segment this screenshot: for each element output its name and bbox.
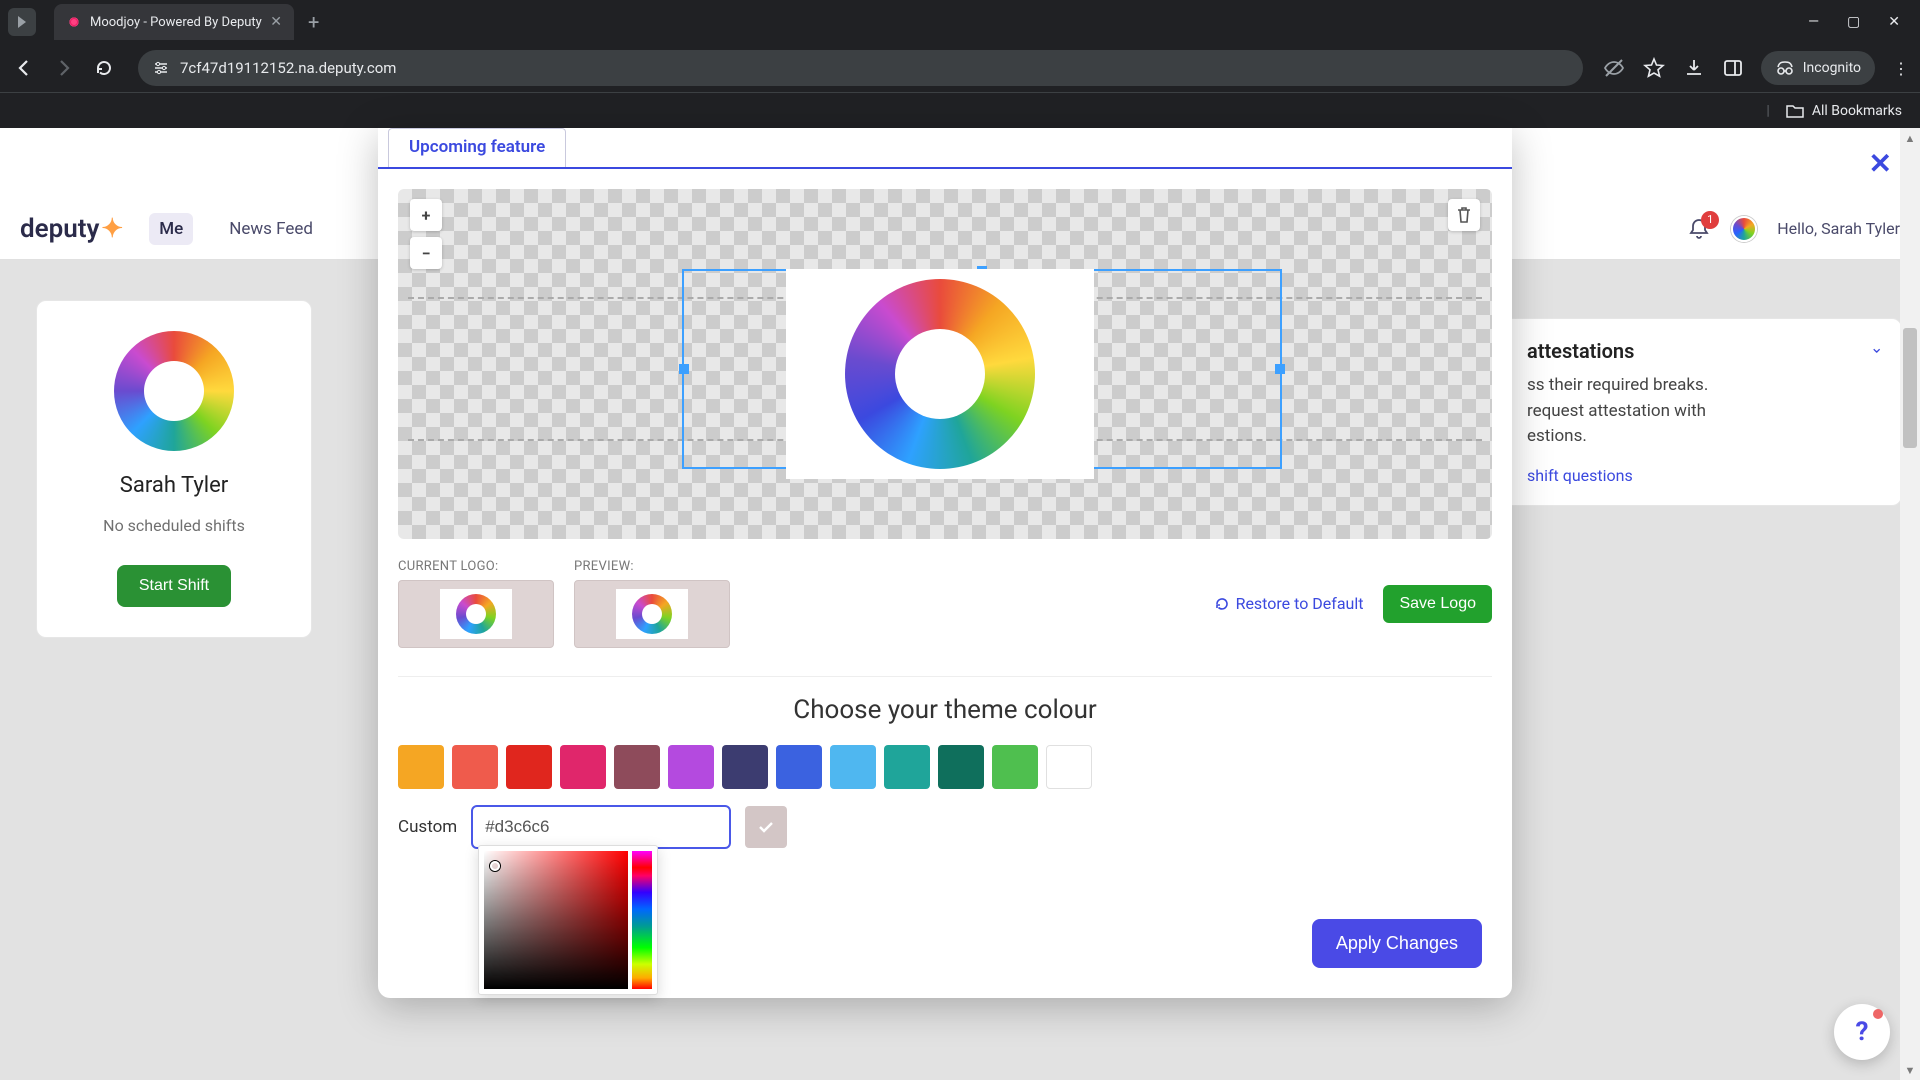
tab-me[interactable]: Me bbox=[149, 213, 193, 245]
notifications-bell-icon[interactable]: 1 bbox=[1687, 217, 1711, 241]
zoom-out-button[interactable]: − bbox=[410, 237, 442, 269]
colour-picker-cursor[interactable] bbox=[490, 861, 500, 871]
attestations-panel: ⌃ attestations ss their required breaks.… bbox=[1502, 318, 1902, 506]
window-controls: ― ▢ ✕ bbox=[1808, 14, 1912, 30]
panel-line: ss their required breaks. bbox=[1527, 373, 1877, 399]
no-shifts-text: No scheduled shifts bbox=[103, 516, 245, 535]
browser-chrome: Moodjoy - Powered By Deputy ✕ + ― ▢ ✕ 7c… bbox=[0, 0, 1920, 128]
greeting-text: Hello, Sarah Tyler bbox=[1777, 219, 1900, 238]
bookmarks-folder-icon bbox=[1786, 103, 1804, 119]
url-text: 7cf47d19112152.na.deputy.com bbox=[180, 59, 396, 77]
app-menu-icon[interactable] bbox=[8, 8, 36, 36]
check-icon bbox=[757, 818, 775, 836]
zoom-in-button[interactable]: + bbox=[410, 199, 442, 231]
divider bbox=[398, 676, 1492, 677]
colour-swatch[interactable] bbox=[722, 745, 768, 789]
profile-card: Sarah Tyler No scheduled shifts Start Sh… bbox=[36, 300, 312, 638]
colour-picker-sv[interactable] bbox=[484, 851, 628, 989]
custom-colour-label: Custom bbox=[398, 817, 457, 837]
crop-handle[interactable] bbox=[679, 364, 689, 374]
shift-questions-link[interactable]: shift questions bbox=[1527, 466, 1633, 485]
forward-button bbox=[50, 54, 78, 82]
colour-swatch[interactable] bbox=[398, 745, 444, 789]
colour-swatch[interactable] bbox=[614, 745, 660, 789]
all-bookmarks-link[interactable]: All Bookmarks bbox=[1812, 103, 1902, 119]
browser-toolbar: 7cf47d19112152.na.deputy.com Incognito ⋮ bbox=[0, 44, 1920, 92]
eye-off-icon[interactable] bbox=[1603, 57, 1625, 79]
colour-swatch-empty[interactable] bbox=[1046, 745, 1092, 789]
chevron-up-icon[interactable]: ⌃ bbox=[1870, 337, 1883, 356]
star-icon: ✦ bbox=[101, 214, 123, 244]
restore-default-link[interactable]: Restore to Default bbox=[1214, 594, 1364, 613]
reload-button[interactable] bbox=[90, 54, 118, 82]
theme-editor-modal: Upcoming feature + − CU bbox=[378, 128, 1512, 998]
current-logo-label: CURRENT LOGO: bbox=[398, 559, 554, 574]
crop-handle[interactable] bbox=[1275, 364, 1285, 374]
maximize-icon[interactable]: ▢ bbox=[1847, 14, 1860, 30]
incognito-indicator[interactable]: Incognito bbox=[1761, 51, 1875, 85]
tab-title: Moodjoy - Powered By Deputy bbox=[90, 15, 262, 30]
modal-tab-upcoming[interactable]: Upcoming feature bbox=[388, 128, 566, 167]
apply-changes-button[interactable]: Apply Changes bbox=[1312, 919, 1482, 968]
panel-line: estions. bbox=[1527, 424, 1877, 450]
scroll-down-icon[interactable]: ▼ bbox=[1900, 1060, 1920, 1080]
custom-colour-input[interactable] bbox=[471, 805, 731, 849]
colour-picker-hue[interactable] bbox=[632, 851, 652, 989]
side-panel-icon[interactable] bbox=[1723, 58, 1743, 78]
start-shift-button[interactable]: Start Shift bbox=[117, 565, 231, 607]
tab-close-icon[interactable]: ✕ bbox=[270, 14, 282, 30]
new-tab-button[interactable]: + bbox=[294, 10, 333, 34]
downloads-icon[interactable] bbox=[1683, 57, 1705, 79]
custom-colour-preview[interactable] bbox=[745, 806, 787, 848]
avatar bbox=[114, 331, 234, 451]
uploaded-image[interactable] bbox=[786, 269, 1094, 479]
favicon-icon bbox=[66, 14, 82, 30]
colour-swatch[interactable] bbox=[668, 745, 714, 789]
preview-label: PREVIEW: bbox=[574, 559, 730, 574]
scroll-thumb[interactable] bbox=[1903, 328, 1917, 448]
colour-swatch[interactable] bbox=[452, 745, 498, 789]
panel-line: request attestation with bbox=[1527, 399, 1877, 425]
colour-swatch[interactable] bbox=[506, 745, 552, 789]
theme-indicator-icon[interactable] bbox=[1731, 216, 1757, 242]
minimize-icon[interactable]: ― bbox=[1808, 14, 1819, 30]
bookmark-star-icon[interactable] bbox=[1643, 57, 1665, 79]
page-scrollbar[interactable]: ▲ ▼ bbox=[1900, 128, 1920, 1080]
theme-colour-heading: Choose your theme colour bbox=[378, 695, 1512, 725]
bookmarks-bar: | All Bookmarks bbox=[0, 92, 1920, 128]
address-bar[interactable]: 7cf47d19112152.na.deputy.com bbox=[138, 50, 1583, 86]
current-logo-thumb bbox=[398, 580, 554, 648]
colour-swatch-row bbox=[378, 745, 1512, 789]
preview-logo-thumb bbox=[574, 580, 730, 648]
colour-swatch[interactable] bbox=[560, 745, 606, 789]
restore-icon bbox=[1214, 596, 1230, 612]
kebab-menu-icon[interactable]: ⋮ bbox=[1893, 59, 1910, 78]
colour-swatch[interactable] bbox=[938, 745, 984, 789]
colour-swatch[interactable] bbox=[884, 745, 930, 789]
save-logo-button[interactable]: Save Logo bbox=[1383, 585, 1492, 623]
logo-canvas[interactable]: + − bbox=[398, 189, 1492, 539]
titlebar: Moodjoy - Powered By Deputy ✕ + ― ▢ ✕ bbox=[0, 0, 1920, 44]
incognito-label: Incognito bbox=[1803, 60, 1861, 76]
delete-image-button[interactable] bbox=[1448, 199, 1480, 231]
notifications-badge: 1 bbox=[1701, 211, 1719, 229]
profile-name: Sarah Tyler bbox=[120, 473, 228, 498]
colour-picker-popup[interactable] bbox=[478, 845, 658, 995]
panel-title: attestations bbox=[1527, 339, 1877, 363]
colour-swatch[interactable] bbox=[992, 745, 1038, 789]
scroll-up-icon[interactable]: ▲ bbox=[1900, 128, 1920, 148]
tab-news-feed[interactable]: News Feed bbox=[219, 213, 323, 245]
colour-swatch[interactable] bbox=[830, 745, 876, 789]
help-button[interactable]: ? bbox=[1834, 1004, 1890, 1060]
back-button[interactable] bbox=[10, 54, 38, 82]
site-settings-icon[interactable] bbox=[152, 59, 170, 77]
banner-close-icon[interactable]: ✕ bbox=[1869, 147, 1892, 180]
deputy-logo[interactable]: deputy✦ bbox=[20, 214, 123, 244]
browser-tab[interactable]: Moodjoy - Powered By Deputy ✕ bbox=[54, 4, 294, 40]
close-window-icon[interactable]: ✕ bbox=[1888, 14, 1900, 30]
colour-swatch[interactable] bbox=[776, 745, 822, 789]
